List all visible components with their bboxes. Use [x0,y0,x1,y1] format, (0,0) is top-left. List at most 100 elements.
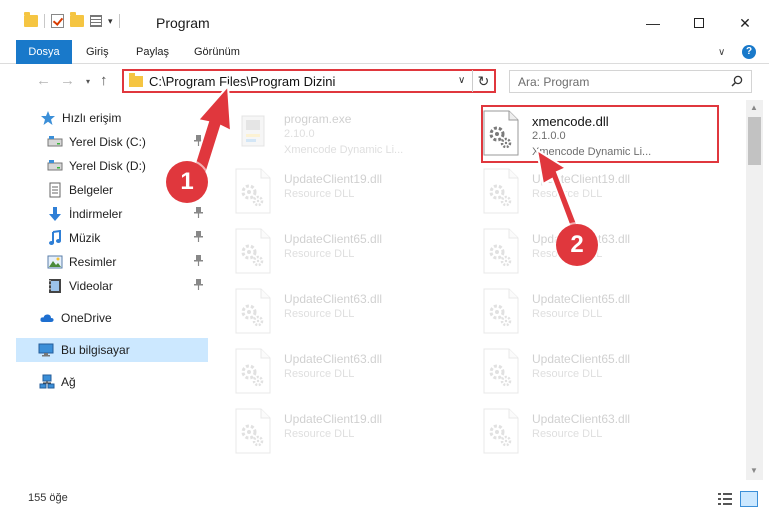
search-input[interactable] [510,71,720,92]
network-icon [39,374,55,390]
sidebar-item-label: Videolar [69,279,113,293]
ribbon-expand-icon[interactable]: ∨ [718,47,725,58]
file-version: Resource DLL [284,368,355,380]
dll-file-icon [482,408,520,454]
scroll-down-icon[interactable]: ▼ [750,466,758,475]
back-arrow-icon[interactable]: ← [36,72,51,89]
file-name: UpdateClient65.dll [532,352,631,366]
dll-file-icon [482,348,520,394]
sidebar-item-videolar[interactable]: Videolar [0,274,210,298]
pin-icon[interactable] [194,255,203,269]
file-version: Resource DLL [284,428,355,440]
sidebar-item-label: Hızlı erişim [62,111,122,125]
tiles-view-icon[interactable] [740,491,758,507]
sidebar-item-hızlı-erişim[interactable]: Hızlı erişim [0,106,210,130]
dll-file-icon [482,168,520,214]
music-icon [47,229,63,246]
file-item[interactable]: UpdateClient65.dll Resource DLL [460,342,696,400]
sidebar-item-resimler[interactable]: Resimler [0,250,210,274]
pin-icon[interactable] [194,279,203,293]
address-path[interactable]: C:\Program Files\Program Dizini [149,74,335,89]
forward-arrow-icon[interactable]: → [60,72,75,89]
properties-icon[interactable] [90,15,102,27]
scrollbar-thumb[interactable] [748,117,761,165]
drive-icon [47,158,63,174]
file-version: Resource DLL [284,248,355,260]
file-item[interactable]: UpdateClient19.dll Resource DLL [460,162,696,220]
dll-file-icon [482,288,520,334]
pin-icon[interactable] [194,135,203,149]
dll-file-icon [234,408,272,454]
sidebar-item-onedrive[interactable]: OneDrive [0,306,210,330]
file-name: UpdateClient63.dll [532,412,631,426]
close-button[interactable]: ✕ [722,8,768,38]
address-dropdown-icon[interactable]: ∨ [458,75,465,86]
new-folder-icon[interactable] [70,12,84,27]
customize-chevron-icon[interactable]: ▾ [108,16,113,27]
drive-icon [47,134,63,150]
file-item[interactable]: UpdateClient19.dll Resource DLL [212,402,448,460]
vertical-scrollbar[interactable]: ▲ ▼ [746,100,763,480]
file-item[interactable]: program.exe 2.10.0 Xmencode Dynamic Li... [212,102,448,160]
exe-file-icon [234,108,272,154]
item-count: 155 öğe [28,492,68,504]
tab-view[interactable]: Görünüm [194,40,240,64]
pin-icon[interactable] [194,207,203,221]
sidebar-item-label: İndirmeler [69,207,123,221]
up-arrow-icon[interactable]: ↑ [100,72,108,89]
file-name: UpdateClient63.dll [284,292,383,306]
sidebar-item-müzik[interactable]: Müzik [0,226,210,250]
file-description: Xmencode Dynamic Li... [284,144,404,156]
cloud-icon [39,310,55,326]
pin-icon[interactable] [194,231,203,245]
folder-icon [129,73,143,87]
dll-file-icon [482,228,520,274]
scroll-up-icon[interactable]: ▲ [750,103,758,112]
pictures-icon [47,254,63,270]
file-version: Resource DLL [532,368,603,380]
dll-file-icon [234,348,272,394]
search-box[interactable] [509,70,752,93]
refresh-icon[interactable]: ↻ [472,70,494,92]
divider [44,14,45,28]
folder-icon[interactable] [24,12,38,27]
tab-share[interactable]: Paylaş [136,40,169,64]
sidebar-item-label: Müzik [69,231,101,245]
file-name: UpdateClient63.dll [284,352,383,366]
file-item[interactable]: UpdateClient19.dll Resource DLL [212,162,448,220]
sidebar-item-i-ndirmeler[interactable]: İndirmeler [0,202,210,226]
file-item[interactable]: UpdateClient63.dll Resource DLL [212,282,448,340]
minimize-button[interactable]: — [630,8,676,38]
recent-locations-chevron-icon[interactable]: ▾ [86,77,90,86]
sidebar-item-bu-bilgisayar[interactable]: Bu bilgisayar [16,338,208,362]
sidebar-item-label: Resimler [69,255,117,269]
file-item[interactable]: UpdateClient63.dll Resource DLL [460,402,696,460]
close-icon: ✕ [739,14,751,31]
search-icon[interactable] [731,75,743,87]
file-version: Resource DLL [284,308,355,320]
maximize-button[interactable] [676,8,722,38]
file-highlight-box [481,105,719,163]
maximize-icon [694,18,704,28]
sidebar-item-yerel-disk-c-[interactable]: Yerel Disk (C:) [0,130,210,154]
file-item[interactable]: UpdateClient65.dll Resource DLL [460,282,696,340]
help-icon[interactable]: ? [742,45,756,59]
tab-home[interactable]: Giriş [86,40,109,64]
tab-file[interactable]: Dosya [16,40,72,64]
file-name: UpdateClient19.dll [284,172,383,186]
file-item[interactable]: UpdateClient63.dll Resource DLL [212,342,448,400]
sidebar-item-ağ[interactable]: Ağ [0,370,210,394]
file-name: program.exe [284,112,352,126]
address-bar[interactable]: C:\Program Files\Program Dizini ∨ ↻ [122,69,496,93]
details-view-icon[interactable] [717,492,733,506]
callout-1: 1 [166,161,208,203]
dll-file-icon [234,228,272,274]
file-version: 2.10.0 [284,128,315,140]
video-icon [47,278,63,294]
quick-access-toolbar: ▾ [24,12,120,28]
divider [118,14,120,28]
minimize-icon: — [646,15,660,31]
file-item[interactable]: UpdateClient65.dll Resource DLL [212,222,448,280]
properties-check-icon[interactable] [51,14,64,28]
file-version: Resource DLL [532,188,603,200]
